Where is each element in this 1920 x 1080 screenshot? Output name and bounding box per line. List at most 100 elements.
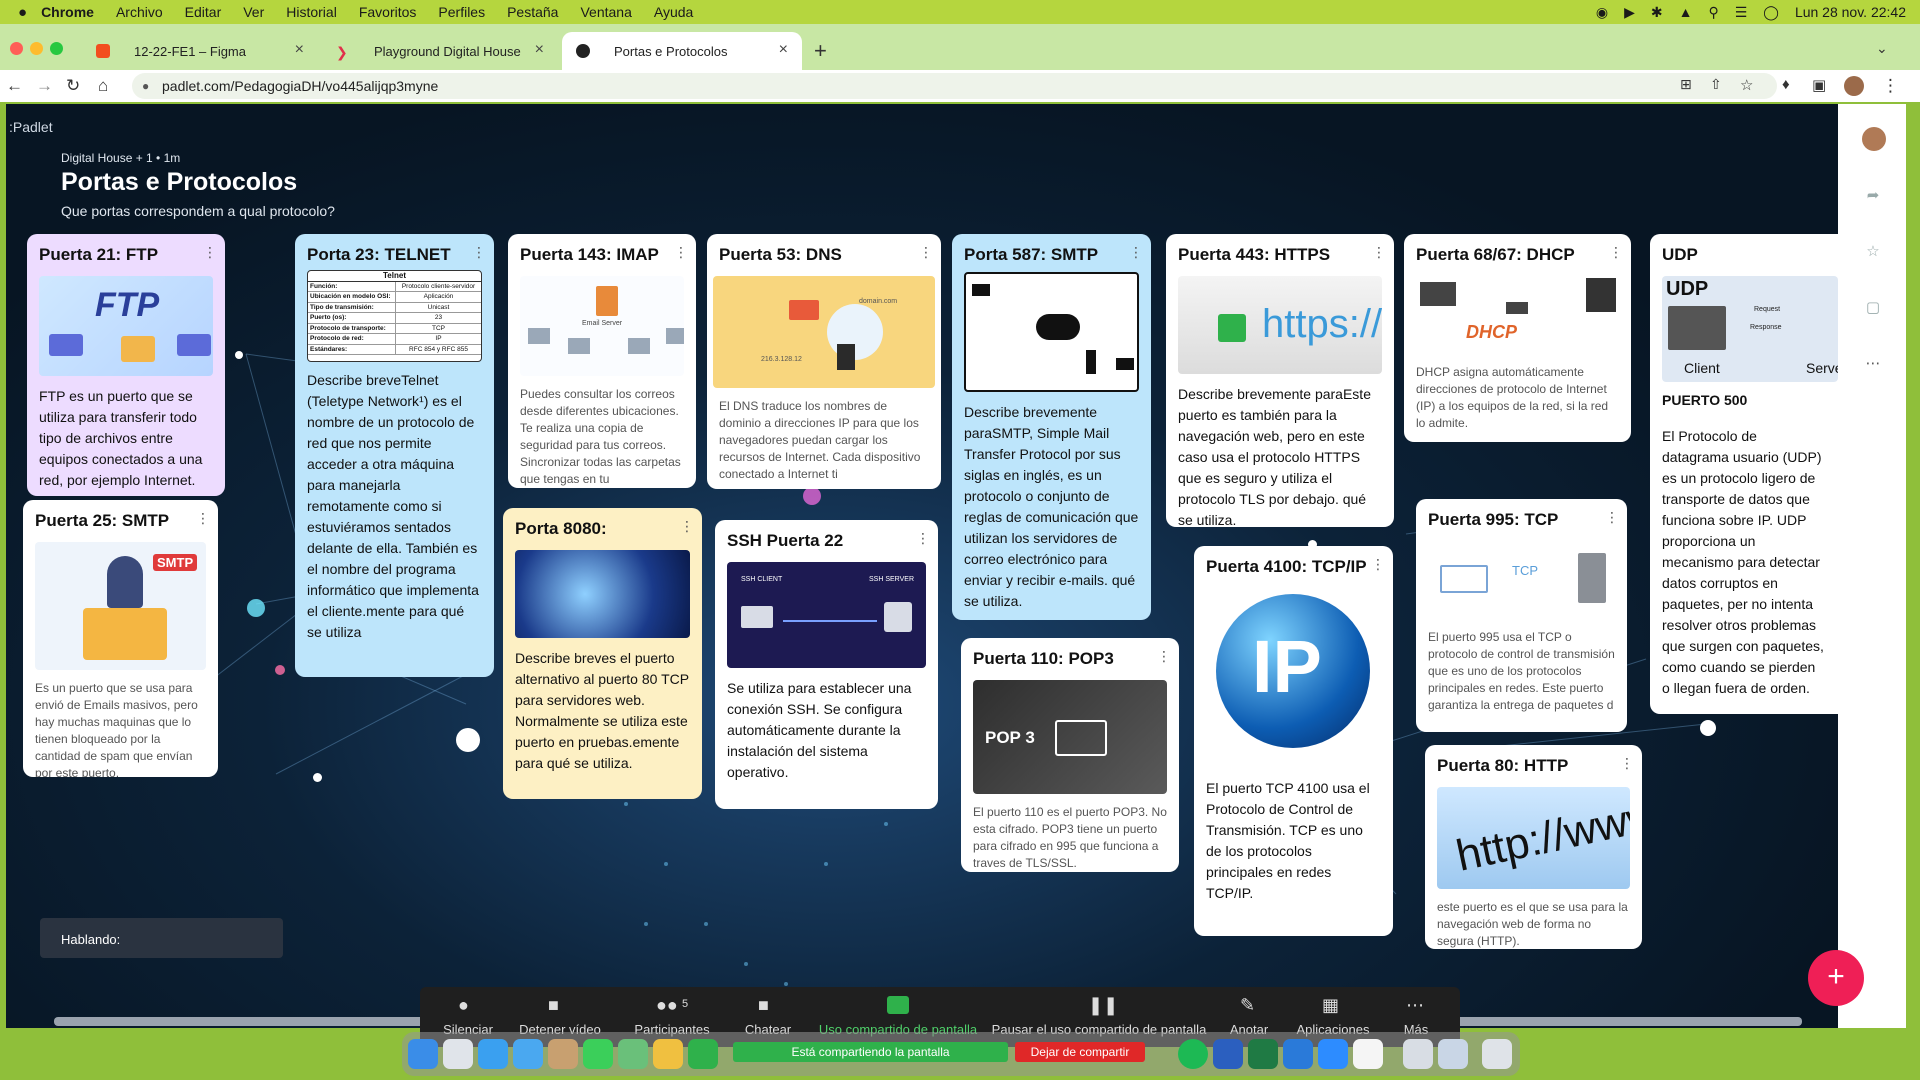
bookmark-star-icon[interactable]: ☆	[1740, 76, 1753, 94]
search-icon[interactable]: ⚲	[1708, 4, 1718, 21]
vscode-icon[interactable]	[1283, 1039, 1313, 1069]
stop-sharing-button[interactable]: Dejar de compartir	[1015, 1042, 1145, 1062]
card-pop3[interactable]: Puerta 110: POP3 ⋮ POP 3 El puerto 110 e…	[961, 638, 1179, 872]
menu-app[interactable]: Chrome	[41, 4, 94, 20]
card-menu-icon[interactable]: ⋮	[1372, 244, 1386, 261]
card-menu-icon[interactable]: ⋮	[674, 244, 688, 261]
install-icon[interactable]: ⊞	[1680, 76, 1692, 93]
menu-editar[interactable]: Editar	[185, 4, 222, 20]
sharing-status[interactable]: Está compartiendo la pantalla	[733, 1042, 1008, 1062]
card-dhcp[interactable]: Puerta 68/67: DHCP ⋮ DHCP DHCP asigna au…	[1404, 234, 1631, 442]
card-menu-icon[interactable]: ⋮	[1620, 755, 1634, 772]
facetime-icon[interactable]	[688, 1039, 718, 1069]
card-ftp[interactable]: Puerta 21: FTP ⋮ FTP FTP es un puerto qu…	[27, 234, 225, 496]
launchpad-icon[interactable]	[443, 1039, 473, 1069]
card-menu-icon[interactable]: ⋮	[1157, 648, 1171, 665]
share-screen-icon[interactable]	[887, 996, 909, 1014]
card-smtp-587[interactable]: Porta 587: SMTP ⋮ Describe brevemente pa…	[952, 234, 1151, 620]
card-menu-icon[interactable]: ⋮	[1371, 556, 1385, 573]
tab-playground[interactable]: ❯ Playground Digital House ×	[322, 32, 558, 70]
card-8080[interactable]: Porta 8080: ⋮ Describe breves el puerto …	[503, 508, 702, 799]
apple-icon[interactable]: ●	[18, 4, 27, 21]
share-icon[interactable]: ➦	[1858, 181, 1888, 211]
menu-perfiles[interactable]: Perfiles	[438, 4, 485, 20]
clock[interactable]: Lun 28 nov. 22:42	[1795, 4, 1906, 20]
user-avatar[interactable]	[1862, 127, 1886, 151]
new-tab-button[interactable]: +	[814, 38, 827, 64]
padlet-breadcrumb[interactable]: Digital House + 1 • 1m	[61, 151, 180, 165]
card-tcp-4100[interactable]: Puerta 4100: TCP/IP ⋮ IP El puerto TCP 4…	[1194, 546, 1393, 936]
control-center-icon[interactable]: ☰	[1735, 4, 1748, 21]
card-https[interactable]: Puerta 443: HTTPS ⋮ https:// Describe br…	[1166, 234, 1394, 527]
back-icon[interactable]: ←	[6, 76, 23, 96]
padlet-logo[interactable]: :Padlet	[9, 119, 53, 135]
trash-icon[interactable]	[1482, 1039, 1512, 1069]
card-menu-icon[interactable]: ⋮	[203, 244, 217, 261]
card-ssh[interactable]: SSH Puerta 22 ⋮ SSH CLIENT SSH SERVER Se…	[715, 520, 938, 809]
forward-icon[interactable]: →	[36, 76, 53, 96]
card-menu-icon[interactable]: ⋮	[472, 244, 486, 261]
menu-favoritos[interactable]: Favoritos	[359, 4, 417, 20]
menu-archivo[interactable]: Archivo	[116, 4, 163, 20]
card-tcp-995[interactable]: Puerta 995: TCP ⋮ TCP El puerto 995 usa …	[1416, 499, 1627, 732]
home-icon[interactable]: ⌂	[98, 76, 108, 96]
menu-ventana[interactable]: Ventana	[580, 4, 631, 20]
card-imap[interactable]: Puerta 143: IMAP ⋮ Email Server Puedes c…	[508, 234, 696, 488]
card-menu-icon[interactable]: ⋮	[196, 510, 210, 527]
record-icon[interactable]: ◉	[1596, 4, 1608, 21]
close-window-icon[interactable]	[10, 42, 23, 55]
slideshow-icon[interactable]: ▢	[1858, 293, 1888, 323]
siri-icon[interactable]: ◯	[1763, 4, 1779, 21]
notes-icon[interactable]	[1353, 1039, 1383, 1069]
close-tab-icon[interactable]: ×	[535, 41, 544, 59]
lock-icon[interactable]: ●	[142, 79, 149, 93]
card-telnet[interactable]: Porta 23: TELNET ⋮ Telnet Función: Protoc…	[295, 234, 494, 677]
card-http-80[interactable]: Puerta 80: HTTP ⋮ http://www este puerto…	[1425, 745, 1642, 949]
card-menu-icon[interactable]: ⋮	[680, 518, 694, 535]
pause-icon[interactable]: ❚❚	[1088, 995, 1118, 1016]
play-icon[interactable]: ▶	[1624, 4, 1635, 21]
card-menu-icon[interactable]: ⋮	[1605, 509, 1619, 526]
contacts-icon[interactable]	[548, 1039, 578, 1069]
messages-icon[interactable]	[583, 1039, 613, 1069]
zoom-icon[interactable]	[1318, 1039, 1348, 1069]
chrome-menu-icon[interactable]: ⋮	[1882, 76, 1899, 96]
video-camera-icon[interactable]: ■	[548, 995, 559, 1016]
share-icon[interactable]: ⇧	[1710, 76, 1722, 93]
menu-ver[interactable]: Ver	[243, 4, 264, 20]
card-menu-icon[interactable]: ⋮	[1609, 244, 1623, 261]
participants-icon[interactable]: ●●	[656, 995, 678, 1016]
pencil-icon[interactable]: ✎	[1240, 995, 1255, 1016]
menu-historial[interactable]: Historial	[286, 4, 337, 20]
add-post-button[interactable]: +	[1808, 950, 1864, 1006]
url-text[interactable]: padlet.com/PedagogiaDH/vo445alijqp3myne	[162, 78, 438, 94]
apps-icon[interactable]: ▦	[1322, 995, 1339, 1016]
star-icon[interactable]: ☆	[1858, 237, 1888, 267]
more-icon[interactable]: ⋯	[1858, 349, 1888, 379]
safari-icon[interactable]	[478, 1039, 508, 1069]
extensions-icon[interactable]: ♦	[1782, 76, 1790, 93]
minimize-window-icon[interactable]	[30, 42, 43, 55]
card-menu-icon[interactable]: ⋮	[916, 530, 930, 547]
chat-icon[interactable]: ■	[758, 995, 769, 1016]
tab-portas[interactable]: Portas e Protocolos ×	[562, 32, 802, 70]
card-menu-icon[interactable]: ⋮	[919, 244, 933, 261]
card-dns[interactable]: Puerta 53: DNS ⋮ domain.com 216.3.128.12…	[707, 234, 941, 489]
excel-icon[interactable]	[1248, 1039, 1278, 1069]
photos-icon[interactable]	[653, 1039, 683, 1069]
close-tab-icon[interactable]: ×	[779, 41, 788, 59]
mail-icon[interactable]	[513, 1039, 543, 1069]
sidepanel-icon[interactable]: ▣	[1812, 76, 1826, 94]
card-udp[interactable]: UDP UDP Request Response Client Serve PU…	[1650, 234, 1838, 714]
wifi-icon[interactable]: ▲	[1679, 4, 1693, 20]
finder-icon[interactable]	[408, 1039, 438, 1069]
tab-search-icon[interactable]: ⌄	[1876, 40, 1888, 57]
close-tab-icon[interactable]: ×	[295, 41, 304, 59]
card-menu-icon[interactable]: ⋮	[1129, 244, 1143, 261]
reload-icon[interactable]: ↻	[66, 76, 80, 96]
more-icon[interactable]: ⋯	[1406, 995, 1424, 1016]
word-icon[interactable]	[1213, 1039, 1243, 1069]
menu-ayuda[interactable]: Ayuda	[654, 4, 693, 20]
bluetooth-icon[interactable]: ✱	[1651, 4, 1663, 21]
card-smtp-25[interactable]: Puerta 25: SMTP ⋮ SMTP Es un puerto que …	[23, 500, 218, 777]
